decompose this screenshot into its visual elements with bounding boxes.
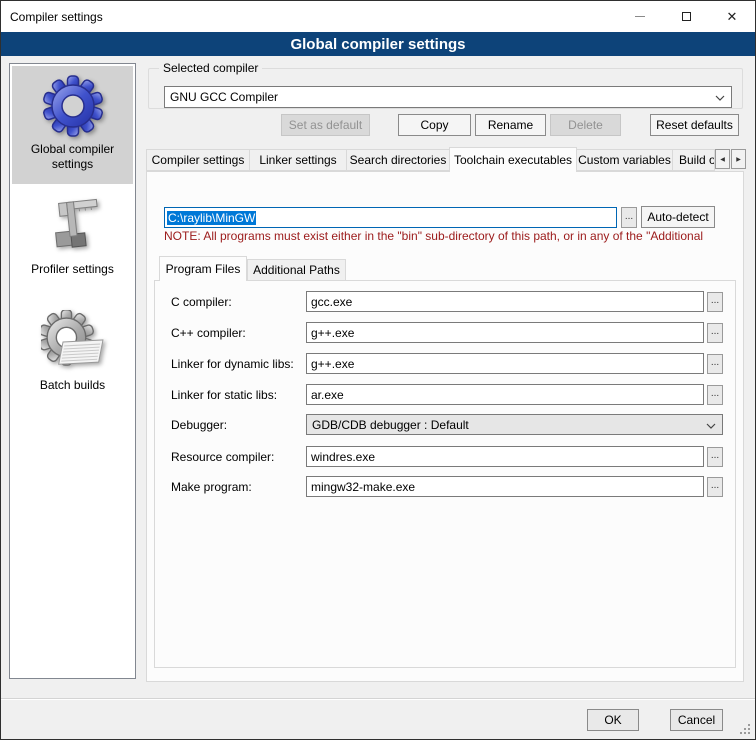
dialog-header-title: Global compiler settings <box>290 36 465 53</box>
titlebar: Compiler settings ✕ <box>1 1 755 32</box>
debugger-select[interactable]: GDB/CDB debugger : Default <box>306 414 723 435</box>
static-linker-input[interactable] <box>306 384 704 405</box>
maximize-button[interactable] <box>663 1 709 32</box>
make-program-browse-button[interactable]: ... <box>707 477 723 497</box>
selected-compiler-value: GNU GCC Compiler <box>170 90 278 104</box>
reset-defaults-button[interactable]: Reset defaults <box>650 114 739 136</box>
sidebar-item-label: Global compiler settings <box>18 142 128 172</box>
caliper-icon <box>41 194 105 258</box>
tab-custom-variables[interactable]: Custom variables <box>576 149 673 171</box>
footer-divider <box>1 698 756 699</box>
form-row-dynamic-linker: Linker for dynamic libs: ... <box>154 353 736 375</box>
tab-compiler-settings[interactable]: Compiler settings <box>146 149 250 171</box>
cpp-compiler-input[interactable] <box>306 322 704 343</box>
debugger-value: GDB/CDB debugger : Default <box>312 418 469 432</box>
form-row-make-program: Make program: ... <box>154 476 736 498</box>
ok-button[interactable]: OK <box>587 709 639 731</box>
arrow-right-icon: ▶ <box>736 156 741 163</box>
arrow-left-icon: ◀ <box>720 156 725 163</box>
form-row-static-linker: Linker for static libs: ... <box>154 384 736 406</box>
close-button[interactable]: ✕ <box>709 1 755 32</box>
close-icon: ✕ <box>727 10 738 23</box>
gray-gear-papers-icon <box>41 310 105 374</box>
sidebar-item-label: Profiler settings <box>18 262 128 277</box>
maximize-icon <box>682 12 691 21</box>
dialog-header: Global compiler settings <box>1 32 755 56</box>
minimize-button[interactable] <box>617 1 663 32</box>
directory-browse-button[interactable]: ... <box>621 207 637 228</box>
field-label: Linker for dynamic libs: <box>171 357 294 371</box>
tab-linker-settings[interactable]: Linker settings <box>249 149 347 171</box>
selected-compiler-group-label: Selected compiler <box>159 61 262 75</box>
dynamic-linker-input[interactable] <box>306 353 704 374</box>
resource-compiler-browse-button[interactable]: ... <box>707 447 723 467</box>
field-label: Linker for static libs: <box>171 388 277 402</box>
note-text: NOTE: All programs must exist either in … <box>164 229 735 245</box>
resource-compiler-input[interactable] <box>306 446 704 467</box>
minimize-icon <box>635 16 645 17</box>
installation-directory-value: C:\raylib\MinGW <box>167 211 256 225</box>
auto-detect-button[interactable]: Auto-detect <box>641 206 715 228</box>
sidebar-item-global-compiler-settings[interactable]: Global compiler settings <box>12 66 133 184</box>
sidebar-item-label: Batch builds <box>18 378 128 393</box>
field-label: C compiler: <box>171 295 232 309</box>
settings-category-list: Global compiler settings Profiler settin… <box>9 63 136 679</box>
sidebar-item-batch-builds[interactable]: Batch builds <box>12 296 133 426</box>
selected-compiler-group: Selected compiler GNU GCC Compiler <box>148 68 743 109</box>
field-label: Make program: <box>171 480 252 494</box>
field-label: Debugger: <box>171 418 227 432</box>
caption-buttons: ✕ <box>617 1 755 32</box>
subtab-program-files[interactable]: Program Files <box>159 256 247 281</box>
field-label: Resource compiler: <box>171 450 274 464</box>
tab-scroll-left-button[interactable]: ◀ <box>715 149 730 169</box>
cancel-button[interactable]: Cancel <box>670 709 723 731</box>
window-title: Compiler settings <box>10 10 103 24</box>
rename-button[interactable]: Rename <box>475 114 546 136</box>
sidebar-item-profiler-settings[interactable]: Profiler settings <box>12 184 133 296</box>
form-row-cpp-compiler: C++ compiler: ... <box>154 322 736 344</box>
c-compiler-input[interactable] <box>306 291 704 312</box>
selected-compiler-dropdown[interactable]: GNU GCC Compiler <box>164 86 732 108</box>
tab-scroll-right-button[interactable]: ▶ <box>731 149 746 169</box>
cpp-compiler-browse-button[interactable]: ... <box>707 323 723 343</box>
static-linker-browse-button[interactable]: ... <box>707 385 723 405</box>
form-row-c-compiler: C compiler: ... <box>154 291 736 313</box>
field-label: C++ compiler: <box>171 326 246 340</box>
delete-button[interactable]: Delete <box>550 114 621 136</box>
subtab-additional-paths[interactable]: Additional Paths <box>247 259 346 281</box>
chevron-down-icon <box>715 95 725 101</box>
tab-search-directories[interactable]: Search directories <box>346 149 450 171</box>
form-row-debugger: Debugger: GDB/CDB debugger : Default <box>154 414 736 436</box>
chevron-down-icon <box>706 423 716 429</box>
compiler-settings-window: Compiler settings ✕ Global compiler sett… <box>0 0 756 740</box>
tab-toolchain-executables[interactable]: Toolchain executables <box>449 147 577 172</box>
resize-grip-icon[interactable] <box>748 732 750 734</box>
make-program-input[interactable] <box>306 476 704 497</box>
dynamic-linker-browse-button[interactable]: ... <box>707 354 723 374</box>
blue-gear-icon <box>41 74 105 138</box>
tab-build-options[interactable]: Build options <box>672 149 715 171</box>
c-compiler-browse-button[interactable]: ... <box>707 292 723 312</box>
form-row-resource-compiler: Resource compiler: ... <box>154 446 736 468</box>
set-as-default-button[interactable]: Set as default <box>281 114 370 136</box>
copy-button[interactable]: Copy <box>398 114 471 136</box>
installation-directory-input[interactable]: C:\raylib\MinGW <box>164 207 617 228</box>
